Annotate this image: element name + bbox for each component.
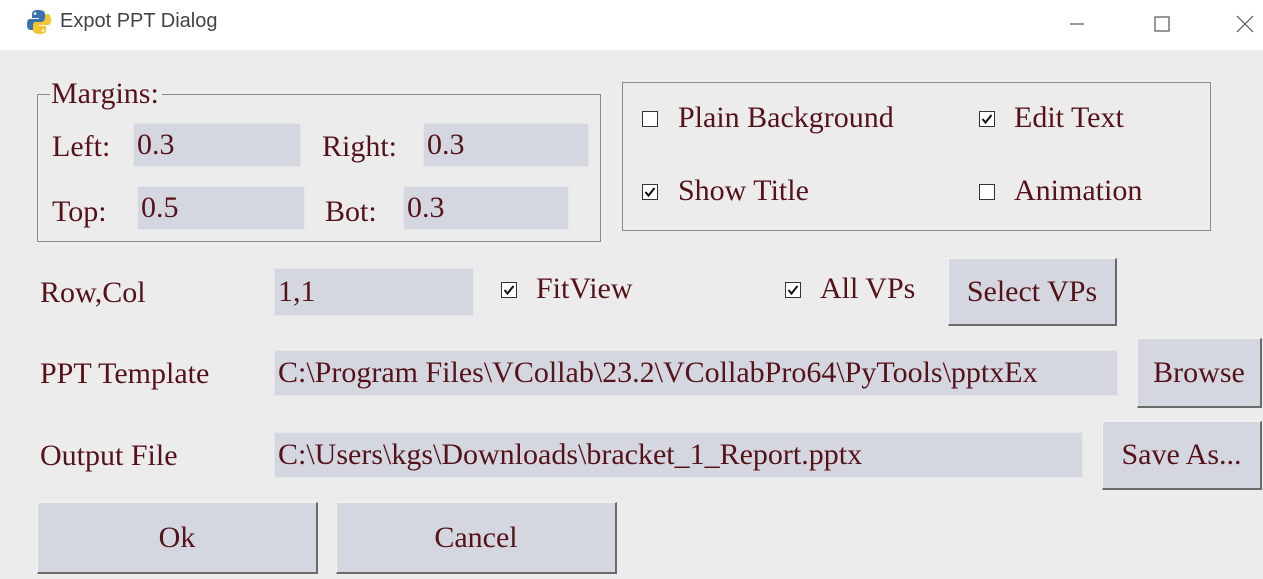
top-margin-input[interactable]: 0.5	[137, 186, 305, 230]
right-margin-input[interactable]: 0.3	[423, 123, 589, 167]
bot-margin-label: Bot:	[325, 195, 377, 228]
cancel-button[interactable]: Cancel	[336, 502, 617, 574]
checkmark-icon	[503, 285, 515, 296]
animation-checkbox[interactable]	[979, 184, 995, 200]
close-icon	[1236, 15, 1254, 33]
fitview-checkbox[interactable]	[501, 282, 517, 298]
select-vps-button[interactable]: Select VPs	[948, 258, 1117, 326]
checkmark-icon	[981, 114, 993, 125]
output-file-input[interactable]: C:\Users\kgs\Downloads\bracket_1_Report.…	[274, 432, 1083, 478]
window-title: Expot PPT Dialog	[60, 10, 218, 32]
ppt-template-input[interactable]: C:\Program Files\VCollab\23.2\VCollabPro…	[274, 350, 1118, 396]
rowcol-label: Row,Col	[40, 276, 146, 309]
bot-margin-input[interactable]: 0.3	[403, 186, 569, 230]
plain-background-label: Plain Background	[678, 101, 894, 134]
left-margin-input[interactable]: 0.3	[133, 123, 301, 167]
top-margin-label: Top:	[52, 195, 107, 228]
all-vps-checkbox[interactable]	[785, 282, 801, 298]
fitview-label: FitView	[536, 272, 633, 305]
rowcol-input[interactable]: 1,1	[274, 268, 474, 316]
close-button[interactable]	[1225, 8, 1263, 40]
all-vps-label: All VPs	[820, 272, 916, 305]
python-app-icon	[27, 10, 51, 34]
edit-text-checkbox[interactable]	[979, 111, 995, 127]
plain-background-checkbox[interactable]	[642, 111, 658, 127]
minimize-button[interactable]	[1057, 8, 1097, 40]
animation-label: Animation	[1014, 174, 1143, 207]
checkmark-icon	[787, 285, 799, 296]
title-bar: Expot PPT Dialog	[0, 0, 1263, 50]
right-margin-label: Right:	[322, 130, 398, 163]
show-title-label: Show Title	[678, 174, 809, 207]
left-margin-label: Left:	[52, 130, 111, 163]
export-ppt-dialog: Expot PPT Dialog Margins: Left: 0.3 Righ…	[0, 0, 1263, 579]
maximize-icon	[1154, 16, 1170, 32]
minimize-icon	[1070, 23, 1084, 25]
browse-button[interactable]: Browse	[1137, 338, 1262, 408]
output-file-label: Output File	[40, 439, 178, 472]
checkmark-icon	[644, 187, 656, 198]
maximize-button[interactable]	[1142, 8, 1182, 40]
ok-button[interactable]: Ok	[37, 502, 318, 574]
ppt-template-label: PPT Template	[40, 357, 210, 390]
edit-text-label: Edit Text	[1014, 101, 1124, 134]
show-title-checkbox[interactable]	[642, 184, 658, 200]
save-as-button[interactable]: Save As...	[1102, 421, 1262, 490]
margins-legend: Margins:	[50, 77, 162, 111]
